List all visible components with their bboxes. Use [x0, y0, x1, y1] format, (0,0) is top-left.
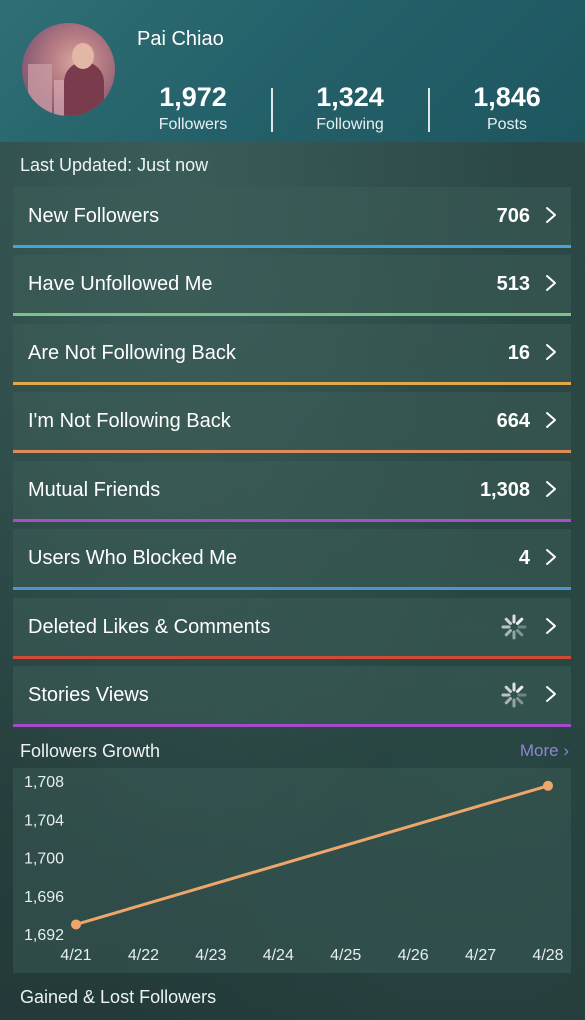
y-tick-label: 1,708 [24, 774, 64, 791]
row-label: Stories Views [28, 684, 149, 706]
stat-divider [428, 88, 430, 132]
row-accent-bar [13, 724, 571, 727]
gained-lost-title: Gained & Lost Followers [20, 987, 217, 1007]
x-tick-label: 4/28 [532, 947, 563, 964]
row-accent-bar [13, 313, 571, 316]
avatar[interactable] [22, 23, 115, 116]
row-count: 1,308 [479, 479, 530, 501]
stat-value: 1,324 [316, 82, 384, 112]
stat-label: Following [316, 116, 384, 133]
row-users-who-blocked-me[interactable]: Users Who Blocked Me 4 [13, 529, 571, 590]
row-new-followers[interactable]: New Followers 706 [13, 187, 571, 248]
row-im-not-following-back[interactable]: I'm Not Following Back 664 [13, 392, 571, 453]
y-tick-label: 1,700 [24, 851, 64, 868]
followers-growth-chart: 1,708 1,704 1,700 1,696 1,692 4/21 4/22 4/23 4/2… [13, 768, 571, 973]
profile-header: Pai Chiao 1,972 Followers 1,324 Followin… [0, 0, 585, 142]
series-line [75, 784, 549, 926]
loading-spinner-icon [501, 682, 527, 708]
user-name: Pai Chiao [137, 28, 224, 50]
chevron-right-icon [546, 549, 556, 565]
row-accent-bar [13, 519, 571, 522]
x-tick-label: 4/24 [263, 947, 294, 964]
row-count: 664 [496, 410, 530, 432]
chart-svg: 1,708 1,704 1,700 1,696 1,692 4/21 4/22 4/23 4/2… [24, 774, 564, 964]
row-label: New Followers [28, 205, 160, 227]
row-count: 4 [518, 547, 530, 569]
chevron-right-icon [546, 344, 556, 360]
stat-label: Posts [486, 116, 527, 133]
loading-spinner-icon [501, 614, 527, 640]
row-accent-bar [13, 382, 571, 385]
row-accent-bar [13, 656, 571, 659]
chevron-right-icon [546, 618, 556, 634]
row-label: Are Not Following Back [28, 342, 236, 364]
row-accent-bar [13, 450, 571, 453]
row-deleted-likes-comments[interactable]: Deleted Likes & Comments [13, 598, 571, 659]
stat-divider [271, 88, 273, 132]
x-tick-label: 4/23 [195, 947, 226, 964]
chevron-right-icon [546, 207, 556, 223]
row-accent-bar [13, 587, 571, 590]
row-label: Mutual Friends [28, 479, 161, 501]
row-mutual-friends[interactable]: Mutual Friends 1,308 [13, 461, 571, 522]
row-count: 706 [496, 205, 530, 227]
data-point [71, 919, 81, 930]
more-link[interactable]: More › [520, 741, 569, 761]
x-tick-label: 4/27 [465, 947, 496, 964]
y-tick-label: 1,692 [24, 927, 64, 944]
followers-growth-title: Followers Growth [20, 741, 161, 761]
y-tick-label: 1,704 [24, 812, 64, 829]
last-updated: Last Updated: Just now [20, 155, 209, 175]
x-tick-label: 4/22 [128, 947, 159, 964]
row-label: Deleted Likes & Comments [28, 616, 271, 638]
row-have-unfollowed-me[interactable]: Have Unfollowed Me 513 [13, 255, 571, 316]
row-not-following-back[interactable]: Are Not Following Back 16 [13, 324, 571, 385]
y-tick-label: 1,696 [24, 889, 64, 906]
row-count: 16 [507, 342, 530, 364]
stat-followers[interactable]: 1,972 Followers [118, 82, 268, 134]
stat-value: 1,846 [473, 82, 541, 112]
chevron-right-icon [546, 686, 556, 702]
row-stories-views[interactable]: Stories Views [13, 666, 571, 727]
row-label: Have Unfollowed Me [28, 273, 213, 295]
stat-following[interactable]: 1,324 Following [275, 82, 425, 134]
data-point [543, 780, 553, 791]
row-label: I'm Not Following Back [28, 410, 231, 432]
chevron-right-icon [546, 481, 556, 497]
row-accent-bar [13, 245, 571, 248]
stat-label: Followers [158, 116, 228, 133]
x-tick-label: 4/25 [330, 947, 361, 964]
x-tick-label: 4/26 [398, 947, 429, 964]
stat-value: 1,972 [159, 82, 227, 112]
chevron-right-icon [546, 275, 556, 291]
row-count: 513 [496, 273, 530, 295]
stat-posts[interactable]: 1,846 Posts [432, 82, 582, 134]
chevron-right-icon [546, 412, 556, 428]
x-tick-label: 4/21 [60, 947, 91, 964]
row-label: Users Who Blocked Me [28, 547, 237, 569]
